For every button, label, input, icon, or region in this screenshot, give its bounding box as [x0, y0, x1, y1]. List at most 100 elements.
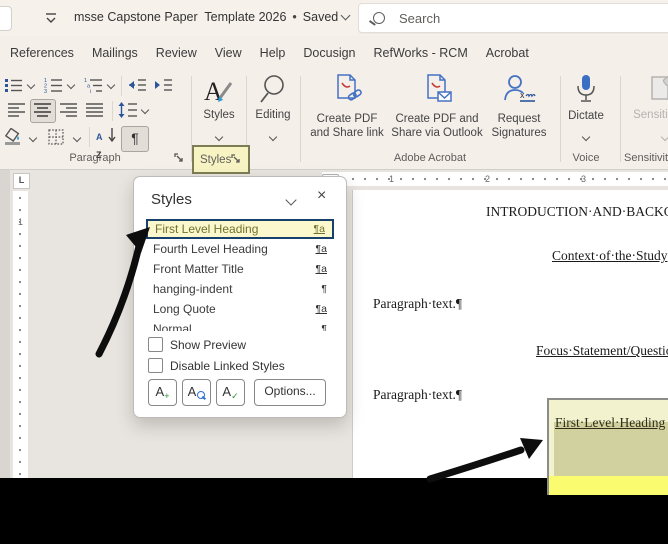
numbering-dropdown-icon[interactable]	[66, 80, 76, 90]
show-preview-checkbox[interactable]	[148, 337, 163, 352]
editing-button-label: Editing	[255, 109, 291, 121]
dictate-mic-icon	[577, 75, 595, 102]
button-label-line: Signatures	[491, 127, 547, 139]
style-item-normal[interactable]: Normal ¶	[146, 319, 334, 331]
styles-dialog-launcher-icon[interactable]	[231, 154, 242, 165]
style-item-label: Fourth Level Heading	[153, 242, 268, 256]
show-preview-row: Show Preview	[148, 337, 246, 352]
style-item-hanging-indent[interactable]: hanging-indent ¶	[146, 279, 334, 299]
dictate-button[interactable]: Dictate	[562, 74, 610, 142]
style-item-long-quote[interactable]: Long Quote ¶a	[146, 299, 334, 319]
horizontal-ruler[interactable]: 1 2 3	[322, 172, 668, 186]
sensitivity-button[interactable]: Sensitivity	[624, 73, 668, 142]
style-item-front-matter-title[interactable]: Front Matter Title ¶a	[146, 259, 334, 279]
tab-references[interactable]: References	[10, 46, 74, 60]
multilevel-list-icon[interactable]: 1 a i	[84, 77, 103, 93]
request-signatures-icon: x	[504, 75, 536, 102]
align-center-icon	[34, 103, 52, 117]
line-spacing-dropdown-icon[interactable]	[140, 105, 150, 115]
multilevel-dropdown-icon[interactable]	[106, 80, 116, 90]
decrease-indent-icon[interactable]	[128, 78, 147, 92]
manage-styles-button[interactable]: A✓	[216, 379, 245, 406]
show-preview-label: Show Preview	[170, 337, 247, 352]
align-center-button[interactable]	[30, 99, 56, 123]
tab-refworks[interactable]: RefWorks - RCM	[374, 46, 468, 60]
style-item-label: Normal	[153, 322, 192, 331]
style-item-fourth-level-heading[interactable]: Fourth Level Heading ¶a	[146, 239, 334, 259]
pdf-outlook-icon	[427, 74, 452, 102]
chevron-down-icon[interactable]	[340, 10, 351, 21]
create-pdf-share-link-button[interactable]: Create PDF and Share link	[303, 74, 391, 140]
title-separator: •	[292, 10, 297, 24]
group-divider	[620, 76, 621, 162]
increase-indent-icon[interactable]	[154, 78, 173, 92]
panel-chevron-down-icon[interactable]	[285, 194, 297, 206]
style-item-label: Long Quote	[153, 302, 216, 316]
options-button[interactable]: Options...	[254, 379, 326, 406]
justify-icon[interactable]	[86, 103, 104, 117]
button-label-line: Create PDF	[316, 113, 378, 125]
bullets-icon[interactable]	[4, 78, 23, 93]
divider	[89, 127, 90, 147]
check-icon: ✓	[231, 391, 239, 401]
editing-button[interactable]: Editing	[248, 74, 298, 142]
shading-dropdown-icon[interactable]	[28, 133, 38, 143]
button-label-line: Request	[497, 113, 541, 125]
dictate-dropdown-icon[interactable]	[581, 132, 591, 142]
doc-heading-introduction: INTRODUCTION·AND·BACKGROUND	[486, 204, 668, 219]
left-edge-strip	[0, 170, 10, 478]
borders-icon[interactable]	[48, 129, 65, 146]
editing-icon	[260, 75, 284, 103]
styles-panel-title: Styles	[151, 191, 192, 208]
doc-heading-focus: Focus·Statement/Questions	[536, 343, 668, 358]
create-pdf-share-outlook-button[interactable]: Create PDF and Share via Outlook	[382, 74, 492, 140]
tab-stop-selector[interactable]: L	[13, 173, 30, 189]
styles-group-highlight-annotation: Styles	[192, 145, 250, 174]
paragraph-dialog-launcher-icon[interactable]	[174, 153, 185, 164]
letter-a-icon: A	[222, 384, 232, 399]
editing-dropdown-icon[interactable]	[268, 132, 278, 142]
search-box[interactable]	[358, 3, 668, 33]
pilcrow-icon: ¶	[131, 130, 139, 146]
bullets-dropdown-icon[interactable]	[26, 80, 36, 90]
svg-text:3: 3	[44, 89, 47, 93]
qat-partial-button[interactable]	[0, 6, 12, 31]
panel-close-icon[interactable]: ×	[317, 187, 326, 205]
customize-qat-icon[interactable]	[44, 12, 58, 24]
numbering-icon[interactable]: 1 2 3	[44, 77, 63, 93]
styles-panel: Styles × First Level Heading ¶a Fourth L…	[133, 176, 347, 418]
new-style-button[interactable]: A+	[148, 379, 177, 406]
disable-linked-checkbox[interactable]	[148, 358, 163, 373]
linked-style-icon: ¶a	[313, 223, 325, 235]
style-inspector-button[interactable]: A	[182, 379, 211, 406]
paragraph-style-icon: ¶	[321, 323, 327, 331]
tab-mailings[interactable]: Mailings	[92, 46, 138, 60]
group-divider	[300, 76, 301, 162]
align-right-icon[interactable]	[60, 103, 78, 117]
doc-paragraph-text-1: Paragraph·text.¶	[373, 296, 462, 311]
voice-group-label: Voice	[572, 152, 600, 164]
tab-view[interactable]: View	[215, 46, 242, 60]
tab-help[interactable]: Help	[260, 46, 286, 60]
tab-review[interactable]: Review	[156, 46, 197, 60]
styles-button[interactable]: A Styles	[194, 74, 244, 142]
align-left-icon[interactable]	[8, 103, 26, 117]
linked-style-icon: ¶a	[315, 303, 327, 315]
show-hide-pilcrow-button[interactable]: ¶	[121, 126, 149, 152]
sensitivity-dropdown-icon[interactable]	[660, 132, 668, 142]
styles-dropdown-icon[interactable]	[214, 132, 224, 142]
save-status: Saved	[302, 10, 339, 24]
disable-linked-label: Disable Linked Styles	[170, 358, 285, 373]
tab-acrobat[interactable]: Acrobat	[486, 46, 529, 60]
shading-icon[interactable]	[4, 128, 24, 146]
tab-docusign[interactable]: Docusign	[303, 46, 355, 60]
divider	[121, 76, 122, 96]
line-spacing-icon[interactable]	[118, 102, 138, 118]
style-item-first-level-heading[interactable]: First Level Heading ¶a	[146, 219, 334, 239]
styles-icon: A	[204, 77, 233, 106]
vertical-ruler[interactable]: 1	[13, 191, 28, 478]
document-title[interactable]: msse Capstone Paper Template 2026 • Saved	[74, 10, 351, 24]
borders-dropdown-icon[interactable]	[72, 133, 82, 143]
search-input[interactable]	[397, 9, 601, 27]
request-signatures-button[interactable]: x Request Signatures	[486, 74, 552, 140]
